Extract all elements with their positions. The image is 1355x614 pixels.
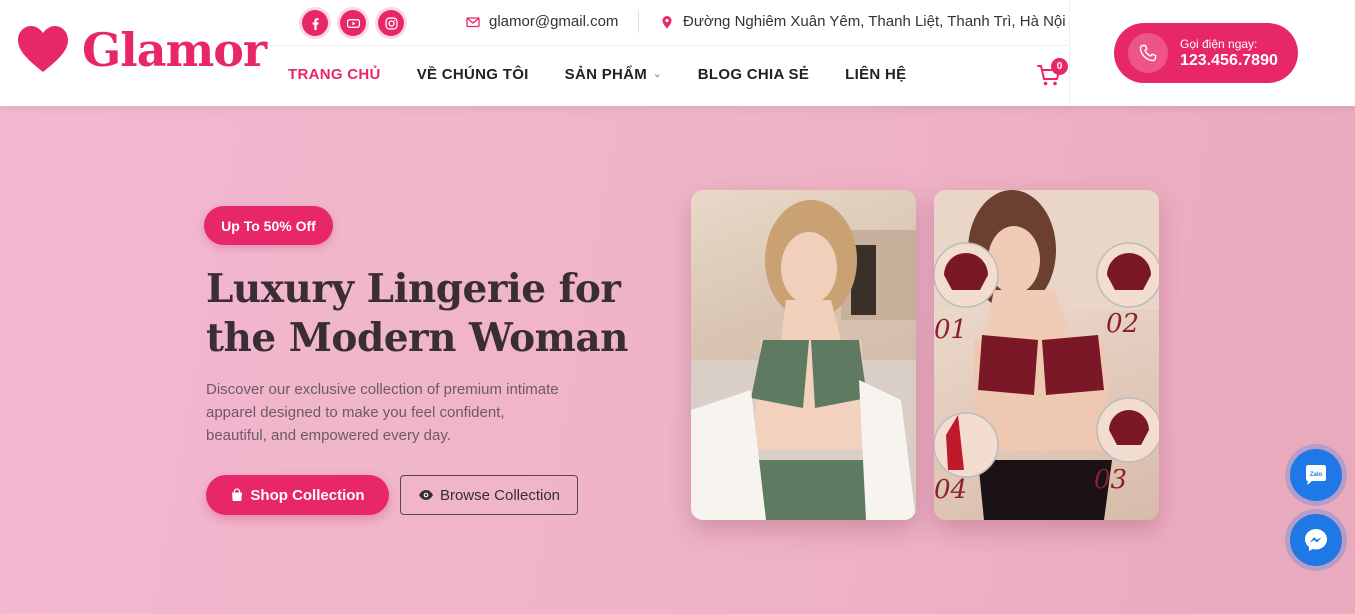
main-nav: TRANG CHỦ VỀ CHÚNG TÔI SẢN PHẨM ⌄ BLOG CH… [288,66,942,83]
photo-label-02: 02 [1106,309,1139,339]
site-header: Glamor glamor@gmail.com Đường Nghiêm Xuâ… [0,0,1355,106]
nav-item-home[interactable]: TRANG CHỦ [288,66,381,83]
photo-label-03: 03 [1094,465,1127,495]
eye-icon [418,490,433,500]
divider [1069,0,1070,106]
nav-item-contact[interactable]: LIÊN HỆ [845,66,906,83]
map-pin-icon [662,15,672,28]
contact-address: Đường Nghiêm Xuân Yêm, Thanh Liệt, Thanh… [660,13,1066,30]
nav-item-blog[interactable]: BLOG CHIA SẺ [698,66,809,83]
social-links [302,10,404,36]
divider [270,45,1068,46]
hero-description: Discover our exclusive collection of pre… [206,381,559,444]
chevron-down-icon: ⌄ [653,69,662,80]
contact-email[interactable]: glamor@gmail.com [466,13,618,30]
product-image-green-lingerie[interactable] [691,190,916,520]
logo[interactable]: Glamor [18,23,267,77]
facebook-icon[interactable] [302,10,328,36]
hero-title: Luxury Lingerie for the Modern Woman [206,266,629,361]
cart-count-badge: 0 [1051,58,1068,75]
nav-item-products[interactable]: SẢN PHẨM ⌄ [565,66,662,83]
email-text: glamor@gmail.com [489,13,619,30]
brand-name: Glamor [82,23,267,77]
shop-collection-button[interactable]: Shop Collection [206,475,389,515]
messenger-icon [1305,529,1327,551]
photo-label-04: 04 [934,475,967,505]
address-text: Đường Nghiêm Xuân Yêm, Thanh Liệt, Thanh… [683,13,1066,30]
messenger-chat-button[interactable] [1290,514,1342,566]
zalo-chat-button[interactable]: Zalo [1290,449,1342,501]
mail-icon [466,16,480,27]
youtube-icon[interactable] [340,10,366,36]
browse-collection-button[interactable]: Browse Collection [400,475,578,515]
instagram-icon[interactable] [378,10,404,36]
product-image-red-lingerie[interactable]: 01 02 03 04 [934,190,1159,520]
nav-item-about[interactable]: VỀ CHÚNG TÔI [417,66,529,83]
call-label: Gọi điện ngay: [1180,36,1258,51]
phone-icon [1128,33,1168,73]
call-number: 123.456.7890 [1180,51,1278,69]
shopping-bag-icon [232,488,243,501]
call-now-button[interactable]: Gọi điện ngay: 123.456.7890 [1114,23,1298,83]
photo-label-01: 01 [934,315,967,345]
zalo-label: Zalo [1310,472,1323,478]
heart-logo-icon [18,26,68,72]
zalo-icon: Zalo [1306,465,1326,485]
discount-badge: Up To 50% Off [204,206,333,245]
divider [638,11,639,33]
